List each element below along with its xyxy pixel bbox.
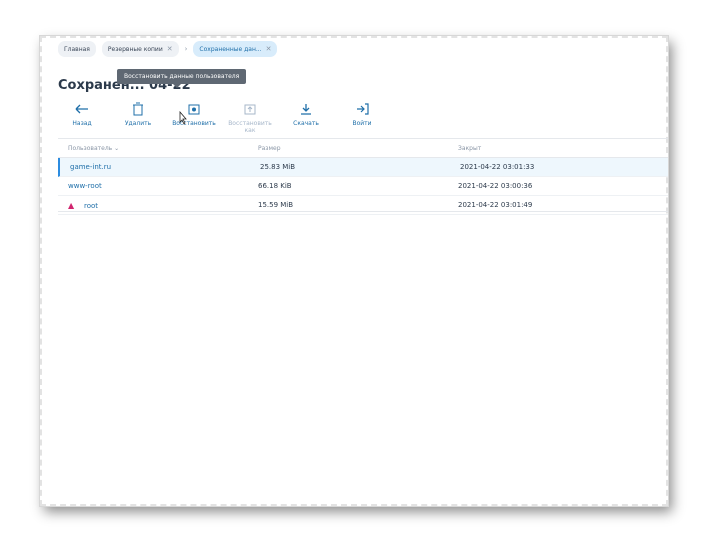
download-icon bbox=[301, 104, 311, 115]
column-user[interactable]: Пользователь ⌄ bbox=[58, 145, 258, 152]
table-row[interactable]: game-int.ru 25.83 MiB 2021-04-22 03:01:3… bbox=[58, 158, 668, 177]
chevron-down-icon: ⌄ bbox=[114, 144, 120, 152]
user-closed-date: 2021-04-22 03:01:33 bbox=[460, 163, 535, 171]
back-button[interactable]: Назад bbox=[54, 102, 110, 132]
login-button-label: Войти bbox=[352, 120, 372, 127]
column-user-label: Пользователь bbox=[68, 144, 113, 152]
breadcrumb: Главная Резервные копии ✕ › Сохраненные … bbox=[58, 41, 278, 57]
download-button[interactable]: Скачать bbox=[278, 102, 334, 132]
column-size[interactable]: Размер bbox=[258, 145, 458, 152]
restore-as-button-label: Восстановить как bbox=[228, 120, 272, 134]
warning-icon: ▲ bbox=[68, 200, 75, 210]
breadcrumb-saved-data-label: Сохраненные дан... bbox=[199, 45, 262, 53]
user-name: game-int.ru bbox=[70, 163, 112, 171]
table-header: Пользователь ⌄ Размер Закрыт bbox=[58, 139, 668, 158]
restore-icon bbox=[188, 104, 200, 115]
user-cell: ▲ root bbox=[58, 201, 258, 210]
table-row[interactable]: www-root 66.18 KiB 2021-04-22 03:00:36 bbox=[58, 177, 668, 196]
user-closed-date: 2021-04-22 03:01:49 bbox=[458, 201, 533, 209]
delete-button[interactable]: Удалить bbox=[110, 102, 166, 132]
column-size-label: Размер bbox=[258, 144, 281, 152]
page-sheet: Главная Резервные копии ✕ › Сохраненные … bbox=[40, 36, 668, 506]
back-button-label: Назад bbox=[72, 120, 92, 127]
breadcrumb-backups[interactable]: Резервные копии ✕ bbox=[101, 41, 179, 57]
pointer-cursor-icon bbox=[179, 111, 187, 125]
login-button[interactable]: Войти bbox=[334, 102, 390, 132]
column-closed-label: Закрыт bbox=[458, 144, 482, 152]
chevron-right-icon: › bbox=[184, 45, 188, 53]
backup-users-table: Пользователь ⌄ Размер Закрыт game-int.ru… bbox=[58, 138, 668, 215]
user-closed-date: 2021-04-22 03:00:36 bbox=[458, 182, 533, 190]
toolbar: Назад Удалить Восстановить Восстановить … bbox=[54, 102, 390, 134]
user-size: 66.18 KiB bbox=[258, 182, 292, 190]
breadcrumb-home-label: Главная bbox=[64, 45, 90, 53]
restore-as-button[interactable]: Восстановить как bbox=[222, 102, 278, 134]
restore-button[interactable]: Восстановить bbox=[166, 102, 222, 132]
column-closed[interactable]: Закрыт bbox=[458, 145, 628, 152]
breadcrumb-home[interactable]: Главная bbox=[58, 41, 96, 57]
back-arrow-icon bbox=[75, 104, 88, 114]
user-size: 25.83 MiB bbox=[260, 163, 296, 171]
breadcrumb-backups-label: Резервные копии bbox=[107, 45, 163, 53]
restore-as-icon bbox=[244, 104, 256, 115]
delete-button-label: Удалить bbox=[124, 120, 152, 127]
close-icon[interactable]: ✕ bbox=[167, 45, 173, 53]
table-row[interactable]: ▲ root 15.59 MiB 2021-04-22 03:01:49 bbox=[58, 196, 668, 215]
close-icon[interactable]: ✕ bbox=[266, 45, 272, 53]
trash-icon bbox=[133, 102, 143, 116]
user-name: root bbox=[84, 201, 99, 210]
download-button-label: Скачать bbox=[293, 120, 319, 127]
breadcrumb-saved-data[interactable]: Сохраненные дан... ✕ bbox=[193, 41, 278, 57]
restore-tooltip: Восстановить данные пользователя bbox=[117, 69, 247, 88]
user-name: www-root bbox=[68, 182, 102, 190]
login-icon bbox=[357, 103, 369, 115]
user-size: 15.59 MiB bbox=[258, 201, 294, 209]
